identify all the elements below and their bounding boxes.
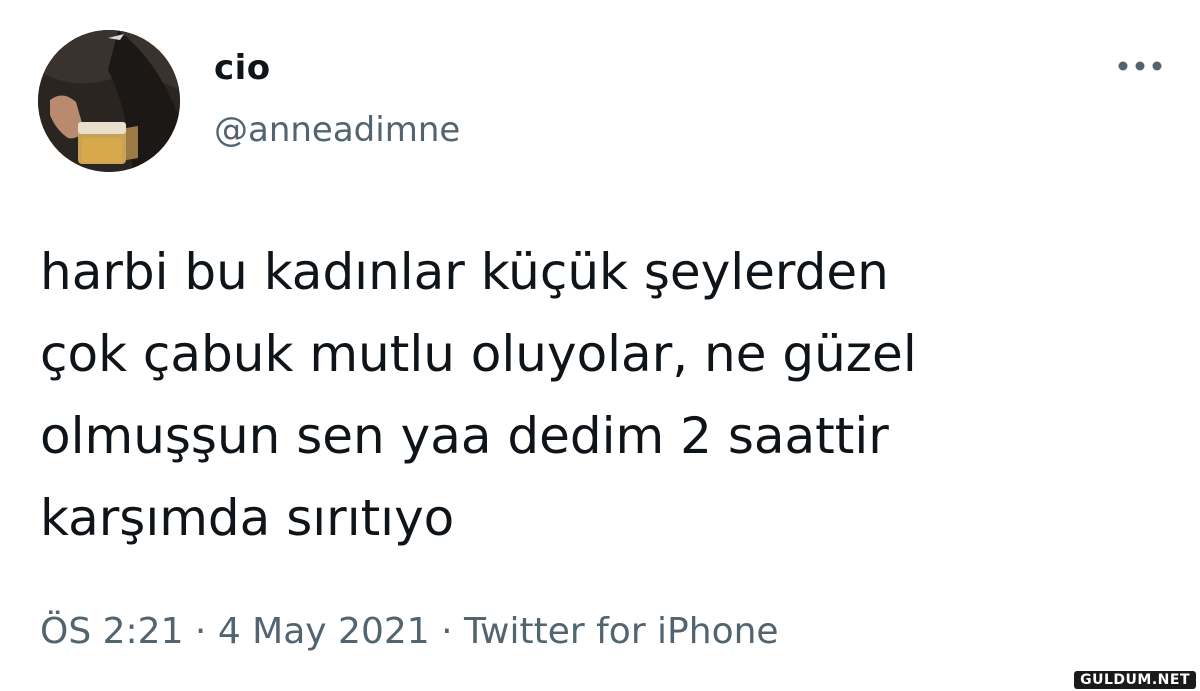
more-horizontal-icon [1118,61,1162,71]
avatar[interactable] [38,30,180,172]
tweet-source[interactable]: Twitter for iPhone [464,611,779,652]
tweet-text-line: olmuşşun sen yaa dedim 2 saattir [40,407,889,465]
user-handle[interactable]: @anneadimne [214,108,460,152]
watermark: GULDUM.NET [1074,671,1196,689]
tweet-text-line: harbi bu kadınlar küçük şeylerden [40,243,889,301]
tweet-text-line: karşımda sırıtıyo [40,489,455,547]
tweet-text: harbi bu kadınlar küçük şeylerden çok ça… [40,231,1140,559]
more-options-button[interactable] [1110,52,1170,80]
tweet-text-line: çok çabuk mutlu oluyolar, ne güzel [40,325,917,383]
meta-separator: · [429,611,465,652]
tweet-time[interactable]: ÖS 2:21 [40,611,183,652]
tweet-metadata: ÖS 2:21 · 4 May 2021 · Twitter for iPhon… [40,606,779,658]
avatar-photo [38,30,180,172]
tweet-date[interactable]: 4 May 2021 [218,611,430,652]
meta-separator: · [183,611,218,652]
display-name[interactable]: cio [214,46,271,90]
